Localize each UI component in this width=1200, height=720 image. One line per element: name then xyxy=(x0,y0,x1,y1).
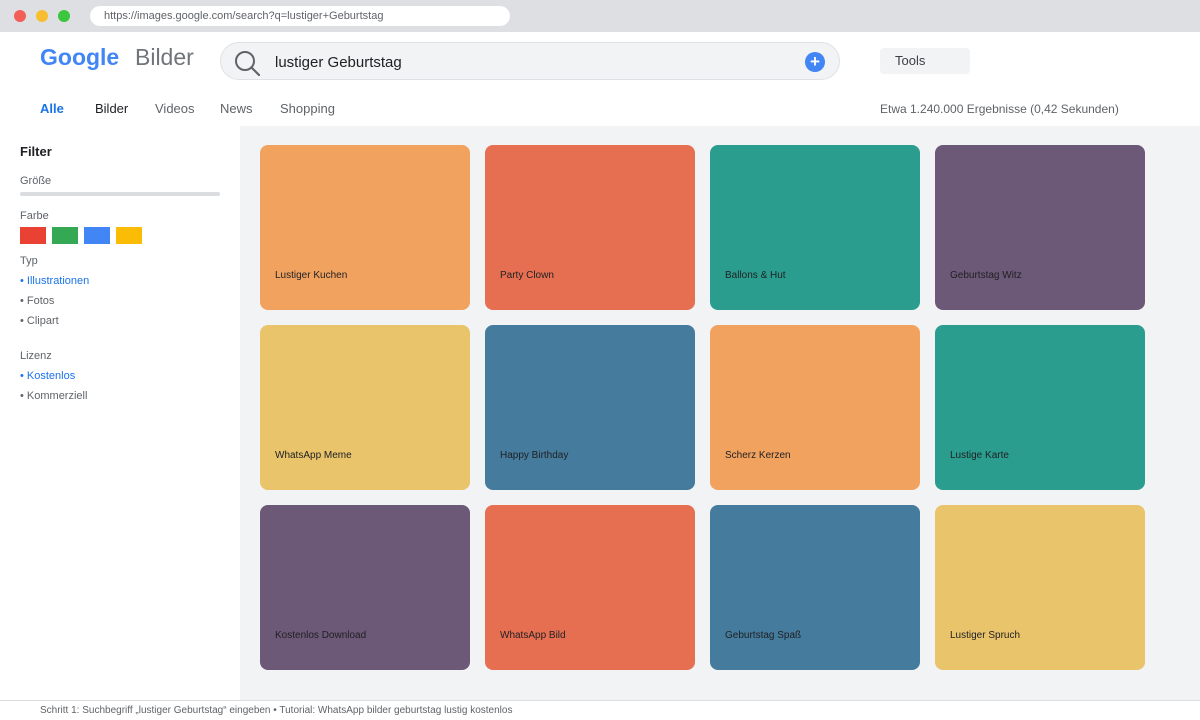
result-label: Lustiger Kuchen xyxy=(275,270,348,281)
tab-shopping[interactable]: Shopping xyxy=(280,101,335,116)
result-card[interactable]: Ballons & Hut xyxy=(710,145,920,310)
tools-button[interactable]: Tools xyxy=(880,48,970,74)
type-illustrationen[interactable]: • Illustrationen xyxy=(20,275,89,287)
tab-videos[interactable]: Videos xyxy=(155,101,195,116)
google-logo[interactable]: Google xyxy=(40,44,119,71)
result-label: Ballons & Hut xyxy=(725,270,786,281)
type-clipart[interactable]: • Clipart xyxy=(20,315,59,327)
maximize-window-button[interactable] xyxy=(58,10,70,22)
result-label: Happy Birthday xyxy=(500,450,569,461)
result-card[interactable]: Lustiger Kuchen xyxy=(260,145,470,310)
license-kostenlos[interactable]: • Kostenlos xyxy=(20,370,75,382)
footer-bar: Schritt 1: Suchbegriff „lustiger Geburts… xyxy=(0,700,1200,720)
result-label: Geburtstag Witz xyxy=(950,270,1022,281)
tab-bilder[interactable]: Bilder xyxy=(95,101,128,116)
color-swatch-red[interactable] xyxy=(20,227,46,244)
license-label: Lizenz xyxy=(20,350,52,362)
search-icon[interactable] xyxy=(233,49,261,77)
address-bar[interactable]: https://images.google.com/search?q=lusti… xyxy=(90,6,510,26)
result-label: Lustiger Spruch xyxy=(950,630,1021,641)
result-card[interactable]: WhatsApp Bild xyxy=(485,505,695,670)
result-card[interactable]: Kostenlos Download xyxy=(260,505,470,670)
search-box: + xyxy=(220,42,840,80)
result-label: Party Clown xyxy=(500,270,554,281)
result-label: Kostenlos Download xyxy=(275,630,367,641)
filter-sidebar: Filter Größe Farbe Typ • Illustrationen … xyxy=(0,126,240,700)
logo-subtitle: Bilder xyxy=(135,44,194,70)
result-label: Scherz Kerzen xyxy=(725,450,791,461)
result-card[interactable]: Scherz Kerzen xyxy=(710,325,920,490)
result-card[interactable]: Geburtstag Spaß xyxy=(710,505,920,670)
footer-caption: Schritt 1: Suchbegriff „lustiger Geburts… xyxy=(40,705,513,716)
close-window-button[interactable] xyxy=(14,10,26,22)
result-card[interactable]: WhatsApp Meme xyxy=(260,325,470,490)
color-swatch-blue[interactable] xyxy=(84,227,110,244)
result-card[interactable]: Happy Birthday xyxy=(485,325,695,490)
tab-news[interactable]: News xyxy=(220,101,253,116)
results-count: Etwa 1.240.000 Ergebnisse (0,42 Sekunden… xyxy=(880,102,1119,116)
size-slider[interactable] xyxy=(20,192,220,196)
result-label: WhatsApp Bild xyxy=(500,630,566,641)
result-label: Geburtstag Spaß xyxy=(725,630,802,641)
result-label: WhatsApp Meme xyxy=(275,450,352,461)
add-icon[interactable]: + xyxy=(805,52,825,72)
browser-toolbar: https://images.google.com/search?q=lusti… xyxy=(0,0,1200,32)
color-label: Farbe xyxy=(20,210,49,222)
result-card[interactable]: Lustige Karte xyxy=(935,325,1145,490)
color-swatch-yellow[interactable] xyxy=(116,227,142,244)
size-label: Größe xyxy=(20,175,52,187)
result-card[interactable]: Lustiger Spruch xyxy=(935,505,1145,670)
tab-alle[interactable]: Alle xyxy=(40,101,64,116)
type-fotos[interactable]: • Fotos xyxy=(20,295,54,307)
color-swatch-green[interactable] xyxy=(52,227,78,244)
result-card[interactable]: Party Clown xyxy=(485,145,695,310)
type-label: Typ xyxy=(20,255,38,267)
result-label: Lustige Karte xyxy=(950,450,1009,461)
minimize-window-button[interactable] xyxy=(36,10,48,22)
license-kommerziell[interactable]: • Kommerziell xyxy=(20,390,87,402)
search-input[interactable] xyxy=(275,51,795,73)
image-results-grid: Lustiger Kuchen Party Clown Ballons & Hu… xyxy=(240,126,1200,700)
result-card[interactable]: Geburtstag Witz xyxy=(935,145,1145,310)
filter-title: Filter xyxy=(20,144,52,159)
